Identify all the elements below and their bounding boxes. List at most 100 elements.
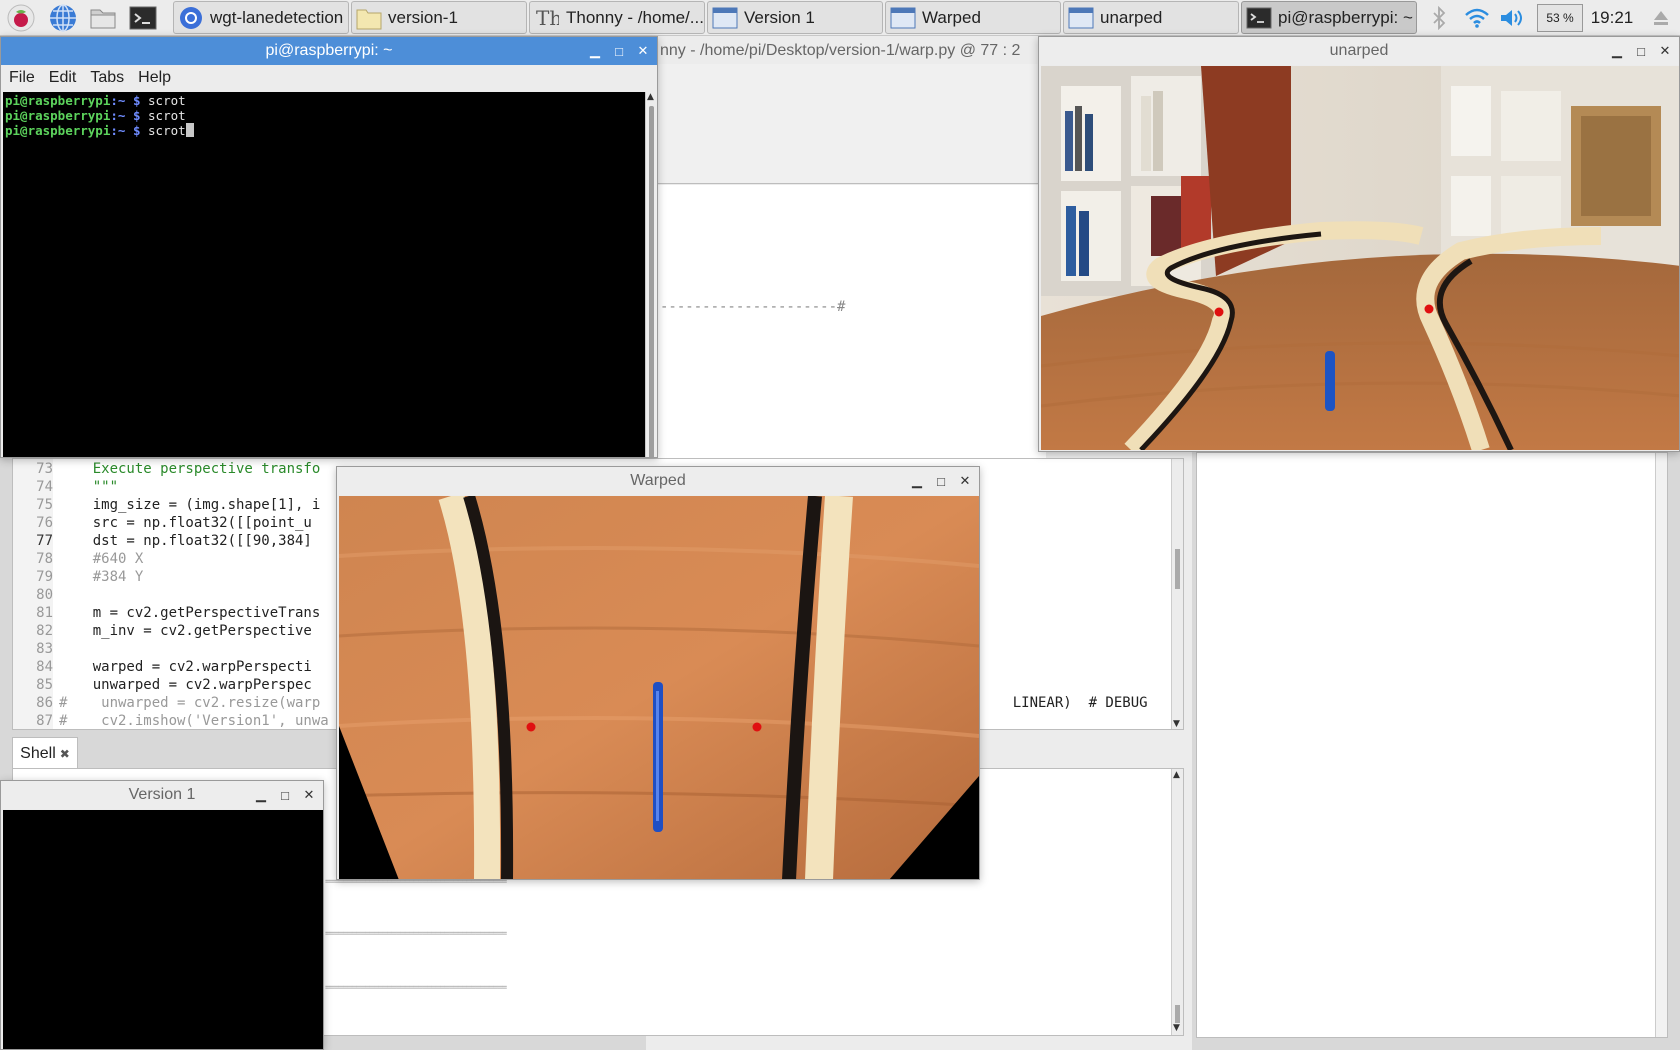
code-text: """ <box>59 479 119 495</box>
close-icon[interactable]: ✕ <box>303 787 315 803</box>
unwarped-titlebar[interactable]: unarped ▁ □ ✕ <box>1039 37 1679 65</box>
version1-titlebar[interactable]: Version 1 ▁ □ ✕ <box>1 781 323 809</box>
code-lines: 73 Execute perspective transfo 74 """ 75 i… <box>13 460 329 729</box>
clock[interactable]: 19:21 <box>1590 0 1634 36</box>
text-cursor <box>185 123 194 137</box>
task-label: Version 1 <box>744 7 815 27</box>
code-line: 81 m = cv2.getPerspectiveTrans <box>13 604 329 622</box>
terminal-window: pi@raspberrypi: ~ ▁ □ ✕ File Edit Tabs H… <box>0 36 658 458</box>
close-icon[interactable]: ✕ <box>959 473 971 489</box>
shell-tab-label: Shell <box>20 744 56 762</box>
scroll-up-arrow[interactable]: ▲ <box>1173 770 1180 780</box>
thonny-icon: Th <box>534 5 560 31</box>
line-number: 74 <box>36 479 53 495</box>
prompt-path: :~ <box>110 93 126 108</box>
folder-icon <box>356 5 382 31</box>
thonny-title: nny - /home/pi/Desktop/version-1/warp.py… <box>660 42 1021 59</box>
code-line: 74 """ <box>13 478 329 496</box>
line85-tail: LINEAR) # DEBUG <box>979 676 1148 729</box>
comment-dashes: ---------------------# <box>660 299 846 315</box>
scroll-thumb[interactable] <box>1175 549 1180 589</box>
code-text: dst = np.float32([[90,384] <box>59 533 312 549</box>
cpu-usage-label: 53 % <box>1537 4 1583 32</box>
version1-image <box>3 810 323 1049</box>
terminal-line: pi@raspberrypi:~ $ scrot <box>5 108 643 123</box>
scroll-thumb[interactable] <box>649 106 654 457</box>
shell-separator: ========================================… <box>325 929 507 939</box>
prompt-user: pi@raspberrypi <box>5 108 111 123</box>
scroll-up-arrow[interactable]: ▲ <box>647 92 654 102</box>
task-thonny[interactable]: Th Thonny - /home/... <box>529 1 705 34</box>
terminal-titlebar[interactable]: pi@raspberrypi: ~ ▁ □ ✕ <box>1 37 657 65</box>
code-text: img_size = (img.shape[1], i <box>59 497 321 513</box>
shell-scrollbar[interactable]: ▲ ▼ <box>1171 769 1183 1035</box>
minimize-icon[interactable]: ▁ <box>1611 43 1623 59</box>
eject-icon[interactable] <box>1648 0 1674 36</box>
task-label: version-1 <box>388 7 458 27</box>
scroll-down-arrow[interactable]: ▼ <box>1173 719 1180 729</box>
task-terminal[interactable]: pi@raspberrypi: ~ <box>1241 1 1417 34</box>
menu-file[interactable]: File <box>9 69 35 87</box>
prompt-path: :~ <box>110 123 126 138</box>
warped-titlebar[interactable]: Warped ▁ □ ✕ <box>337 467 979 495</box>
code-line: 73 Execute perspective transfo <box>13 460 329 478</box>
close-icon[interactable]: ✕ <box>637 43 649 59</box>
code-text: m_inv = cv2.getPerspective <box>59 623 312 639</box>
code-line: 83 <box>13 640 329 658</box>
volume-icon[interactable] <box>1496 0 1528 36</box>
terminal-scrollbar[interactable]: ▲ ▼ <box>645 92 657 457</box>
code-text: #384 Y <box>59 569 144 585</box>
wifi-icon[interactable] <box>1462 0 1492 36</box>
svg-text:Th: Th <box>536 6 559 30</box>
line-number: 77 <box>36 533 53 549</box>
raspberry-menu-icon[interactable] <box>6 3 36 33</box>
minimize-icon[interactable]: ▁ <box>911 473 923 489</box>
code-text: warped = cv2.warpPerspecti <box>59 659 312 675</box>
maximize-icon[interactable]: □ <box>279 788 291 803</box>
code-text: #640 X <box>59 551 144 567</box>
line-number: 80 <box>36 587 53 603</box>
line-number: 87 <box>36 713 53 729</box>
assistant-scrollbar[interactable] <box>1655 453 1667 1037</box>
terminal-launcher-icon[interactable] <box>128 3 158 33</box>
maximize-icon[interactable]: □ <box>1635 44 1647 59</box>
line-number: 86 <box>36 695 53 711</box>
task-chromium[interactable]: wgt-lanedetection ... <box>173 1 349 34</box>
minimize-icon[interactable]: ▁ <box>589 43 601 59</box>
code-line: 87 # cv2.imshow('Version1', unwa <box>13 712 329 729</box>
task-unwarped[interactable]: unarped <box>1063 1 1239 34</box>
web-browser-icon[interactable] <box>48 3 78 33</box>
task-label: Warped <box>922 7 981 27</box>
maximize-icon[interactable]: □ <box>935 474 947 489</box>
line-number: 73 <box>36 461 53 477</box>
line-number: 79 <box>36 569 53 585</box>
menu-tabs[interactable]: Tabs <box>90 69 124 87</box>
menu-help[interactable]: Help <box>138 69 171 87</box>
terminal-output[interactable]: pi@raspberrypi:~ $ scrot pi@raspberrypi:… <box>3 92 645 457</box>
maximize-icon[interactable]: □ <box>613 44 625 59</box>
task-label: wgt-lanedetection ... <box>210 7 349 27</box>
task-version1[interactable]: Version 1 <box>707 1 883 34</box>
window-icon <box>712 5 738 31</box>
scroll-down-arrow[interactable]: ▼ <box>1173 1023 1180 1033</box>
window-title: Warped <box>630 472 686 489</box>
code-line: 76 src = np.float32([[point_u <box>13 514 329 532</box>
thonny-editor-upper <box>646 185 1046 461</box>
task-warped[interactable]: Warped <box>885 1 1061 34</box>
close-icon[interactable]: ✕ <box>1659 43 1671 59</box>
warped-image <box>339 496 979 879</box>
close-tab-icon[interactable]: ✖ <box>60 747 70 761</box>
code-line: 75 img_size = (img.shape[1], i <box>13 496 329 514</box>
task-folder[interactable]: version-1 <box>351 1 527 34</box>
scroll-thumb[interactable] <box>1175 1005 1180 1023</box>
bluetooth-icon[interactable] <box>1426 0 1452 36</box>
menu-edit[interactable]: Edit <box>49 69 77 87</box>
editor-scrollbar[interactable]: ▼ <box>1171 459 1183 729</box>
line-number: 75 <box>36 497 53 513</box>
code-line: 78 #640 X <box>13 550 329 568</box>
window-title: Version 1 <box>128 786 196 803</box>
code-text: # unwarped = cv2.resize(warp <box>59 695 321 711</box>
shell-tab[interactable]: Shell ✖ <box>12 737 78 769</box>
file-manager-icon[interactable] <box>88 3 118 33</box>
minimize-icon[interactable]: ▁ <box>255 787 267 803</box>
